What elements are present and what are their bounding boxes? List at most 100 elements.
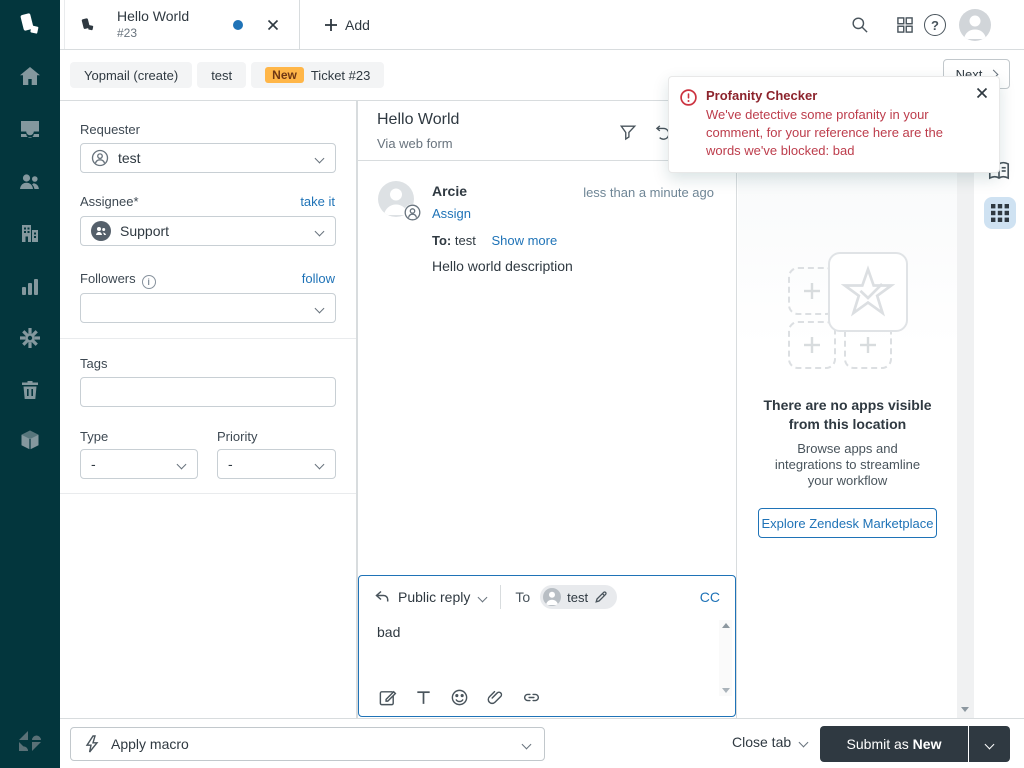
edit-recipient-pencil-icon[interactable] bbox=[594, 590, 608, 604]
ticket-properties-panel: Requester test Assignee* take it Support… bbox=[60, 100, 357, 718]
deleted-tickets-icon[interactable] bbox=[18, 378, 42, 402]
breadcrumb-label: Ticket #23 bbox=[310, 67, 371, 83]
help-icon[interactable]: ? bbox=[924, 14, 946, 36]
submit-status: New bbox=[912, 736, 942, 752]
close-tab-control[interactable]: Close tab bbox=[732, 734, 809, 750]
apply-macro-label: Apply macro bbox=[111, 736, 189, 752]
apps-cube-icon[interactable] bbox=[18, 428, 42, 452]
home-icon[interactable] bbox=[18, 64, 42, 88]
apps-rail-button[interactable] bbox=[984, 197, 1016, 229]
unsaved-changes-dot bbox=[233, 20, 243, 30]
emoji-icon[interactable] bbox=[450, 688, 469, 707]
add-tab-button[interactable]: Add bbox=[316, 12, 378, 38]
ticket-tab-icon bbox=[79, 16, 97, 34]
scroll-down-arrow[interactable] bbox=[961, 707, 969, 712]
panel-divider bbox=[60, 338, 356, 339]
left-nav-sidebar bbox=[0, 0, 60, 768]
to-value: test bbox=[454, 233, 476, 248]
ticket-tab[interactable]: Hello World #23 bbox=[64, 0, 300, 49]
ticket-channel: Via web form bbox=[377, 136, 453, 151]
featured-app-star-icon bbox=[828, 252, 908, 332]
help-glyph: ? bbox=[931, 17, 939, 33]
requester-value: test bbox=[118, 150, 141, 166]
zendesk-agent-workspace: Hello World #23 Add ? Yopmail (create) t… bbox=[0, 0, 1024, 768]
zendesk-logo-icon bbox=[14, 10, 46, 42]
take-it-link[interactable]: take it bbox=[300, 194, 335, 209]
type-value: - bbox=[91, 456, 96, 472]
link-icon[interactable] bbox=[522, 688, 541, 707]
assign-link[interactable]: Assign bbox=[432, 206, 471, 221]
breadcrumb-item-ticket[interactable]: New Ticket #23 bbox=[251, 62, 385, 88]
scroll-up-arrow[interactable] bbox=[721, 623, 730, 628]
message-recipients: To: test Show more bbox=[432, 233, 557, 248]
explore-marketplace-button[interactable]: Explore Zendesk Marketplace bbox=[758, 508, 937, 538]
info-icon[interactable]: i bbox=[141, 275, 156, 289]
type-select[interactable]: - bbox=[80, 449, 198, 479]
ticket-tab-number: #23 bbox=[117, 25, 138, 40]
message-body: Hello world description bbox=[432, 258, 573, 274]
chevron-down-icon bbox=[314, 153, 325, 164]
assignee-value: Support bbox=[120, 223, 170, 239]
reply-type-select[interactable]: Public reply bbox=[398, 589, 488, 605]
text-format-icon[interactable] bbox=[414, 688, 433, 707]
composer-draft-text[interactable]: bad bbox=[377, 624, 400, 640]
chevron-down-icon bbox=[314, 303, 325, 314]
search-icon[interactable] bbox=[850, 15, 870, 35]
close-tab-icon[interactable] bbox=[265, 17, 281, 33]
priority-select[interactable]: - bbox=[217, 449, 336, 479]
submit-options-caret[interactable] bbox=[968, 726, 1010, 762]
followers-select[interactable] bbox=[80, 293, 336, 323]
assignee-select[interactable]: Support bbox=[80, 216, 336, 246]
priority-value: - bbox=[228, 456, 233, 472]
compose-note-icon[interactable] bbox=[378, 688, 397, 707]
reporting-icon[interactable] bbox=[18, 274, 42, 298]
user-avatar[interactable] bbox=[959, 9, 991, 41]
context-rail bbox=[974, 100, 1024, 718]
follow-link[interactable]: follow bbox=[302, 271, 335, 286]
apps-empty-heading: There are no apps visible from this loca… bbox=[763, 397, 932, 432]
cc-link[interactable]: CC bbox=[700, 589, 720, 605]
submit-button-group: Submit as New bbox=[820, 726, 1010, 762]
alert-title: Profanity Checker bbox=[706, 88, 818, 103]
requester-select[interactable]: test bbox=[80, 143, 336, 173]
followers-label-text: Followers bbox=[80, 271, 136, 286]
filter-conversation-icon[interactable] bbox=[619, 123, 637, 141]
close-icon[interactable] bbox=[975, 86, 989, 100]
breadcrumb-item-brand[interactable]: Yopmail (create) bbox=[70, 62, 193, 88]
error-icon bbox=[680, 89, 697, 106]
chevron-down-icon bbox=[521, 739, 532, 749]
customers-icon[interactable] bbox=[18, 169, 42, 193]
recipient-name: test bbox=[567, 589, 589, 605]
group-icon bbox=[91, 221, 111, 241]
organizations-icon[interactable] bbox=[18, 221, 42, 245]
show-more-link[interactable]: Show more bbox=[491, 233, 557, 248]
page-scrollbar[interactable] bbox=[957, 100, 974, 718]
footer-bar: Apply macro Close tab Submit as New bbox=[60, 718, 1024, 768]
assignee-label: Assignee* bbox=[80, 194, 139, 209]
submit-as-new-button[interactable]: Submit as New bbox=[820, 726, 968, 762]
recipient-pill[interactable]: test bbox=[540, 585, 618, 609]
apply-macro-select[interactable]: Apply macro bbox=[70, 727, 545, 761]
attachment-paperclip-icon[interactable] bbox=[486, 688, 505, 707]
apps-panel: There are no apps visible from this loca… bbox=[738, 100, 957, 718]
message-timestamp: less than a minute ago bbox=[583, 185, 714, 200]
tags-input[interactable] bbox=[80, 377, 336, 407]
composer-to-label: To bbox=[515, 589, 531, 605]
composer-scrollbar[interactable] bbox=[719, 620, 732, 696]
message-author: Arcie bbox=[432, 183, 468, 199]
chevron-down-icon bbox=[984, 739, 995, 749]
reply-arrow-icon bbox=[374, 589, 390, 605]
info-glyph: i bbox=[147, 277, 150, 287]
admin-gear-icon[interactable] bbox=[18, 326, 42, 350]
tags-label: Tags bbox=[80, 356, 108, 371]
divider bbox=[500, 585, 502, 609]
views-icon[interactable] bbox=[18, 117, 42, 141]
apps-empty-subtext: Browse apps and integrations to streamli… bbox=[774, 441, 921, 488]
end-user-badge-icon bbox=[404, 204, 421, 221]
breadcrumb-item-requester[interactable]: test bbox=[197, 62, 247, 88]
composer-toolbar bbox=[378, 688, 541, 707]
chevron-down-icon bbox=[477, 592, 488, 602]
scroll-down-arrow[interactable] bbox=[721, 688, 730, 693]
products-grid-icon[interactable] bbox=[895, 15, 915, 35]
reply-type-label: Public reply bbox=[398, 589, 471, 605]
